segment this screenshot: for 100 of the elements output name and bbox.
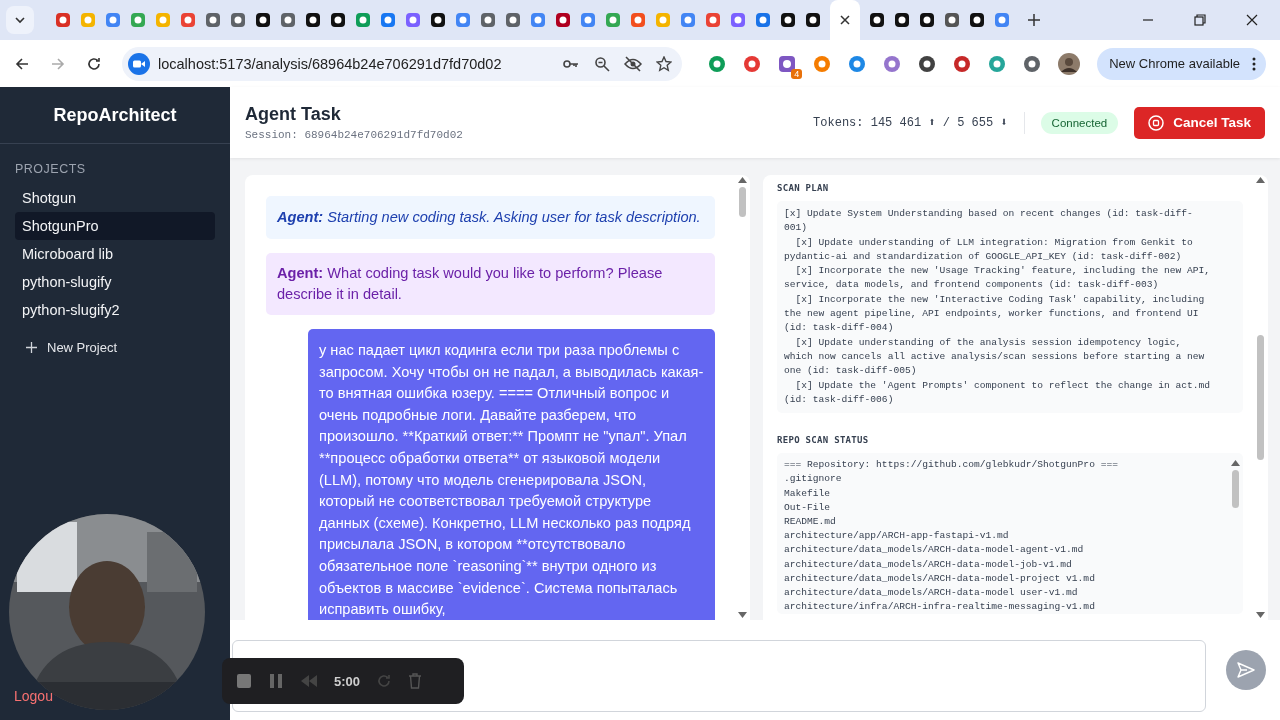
extension-icon[interactable] — [778, 54, 797, 73]
send-button[interactable] — [1226, 650, 1266, 690]
extension-icon[interactable] — [953, 54, 972, 73]
session-id: Session: 68964b24e706291d7fd70d02 — [245, 129, 463, 141]
favicon-icon — [230, 12, 246, 28]
favicon-icon — [380, 12, 396, 28]
browser-tab[interactable] — [255, 10, 271, 30]
favicon-icon — [869, 12, 885, 28]
favicon-icon — [705, 12, 721, 28]
extension-icon[interactable] — [1023, 54, 1042, 73]
browser-tab[interactable] — [505, 10, 521, 30]
plan-item: [x] Incorporate the new 'Interactive Coding Task' capability, including the new agent pipeline, API endpoints, worker functions, and frontend UI (id: task-diff-004) — [784, 292, 1206, 336]
file-path: architecture/data_models/ARCH-data-model user-v1.md — [784, 586, 1079, 600]
favicon-icon — [605, 12, 621, 28]
browser-tab[interactable] — [230, 10, 246, 30]
plan-item: [x] Update System Understanding based on recent changes (id: task-diff-001) — [784, 207, 1194, 236]
address-bar[interactable]: localhost:5173/analysis/68964b24e706291d7fd70d02 — [122, 46, 682, 81]
new-tab-icon[interactable] — [1027, 13, 1041, 27]
chat-message: Agent: Starting new coding task. Asking user for task description. — [266, 196, 715, 239]
favicon-icon — [255, 12, 271, 28]
app-title: RepoArchitect — [53, 104, 177, 126]
browser-tab[interactable] — [869, 10, 885, 30]
token-counter: Tokens: 145 461 ⬆ / 5 655 ⬇ — [813, 115, 1008, 130]
browser-tab[interactable] — [330, 10, 346, 30]
favicon-icon — [919, 12, 935, 28]
favicon-icon — [780, 12, 796, 28]
scroll-down-icon[interactable] — [1256, 612, 1265, 618]
tab-list-button[interactable] — [6, 6, 34, 34]
project-item[interactable]: Shotgun — [15, 184, 215, 212]
browser-tab[interactable] — [555, 10, 571, 30]
favicon-icon — [480, 12, 496, 28]
project-item[interactable]: Microboard lib — [15, 240, 215, 268]
favicon-icon — [505, 12, 521, 28]
file-path: architecture/data_models/ARCH-data-model-job-v1.md — [784, 557, 1073, 572]
project-item[interactable]: python-slugify — [15, 268, 215, 296]
cancel-task-button[interactable]: Cancel Task — [1134, 106, 1265, 139]
section-heading: PROJECTS — [14, 161, 87, 178]
close-icon[interactable] — [1246, 14, 1258, 26]
browser-tab[interactable] — [780, 10, 796, 30]
forward-icon[interactable] — [50, 55, 66, 72]
browser-tab[interactable] — [919, 10, 935, 30]
zoom-icon[interactable] — [594, 55, 610, 72]
avatar-icon[interactable] — [1058, 52, 1081, 75]
file-path: .gitignore — [784, 472, 843, 487]
camera-icon — [128, 52, 150, 75]
scroll-down-icon[interactable] — [738, 612, 747, 618]
scroll-thumb[interactable] — [1257, 335, 1264, 460]
chat-message: Agent: What coding task would you like to perform? Please describe it in detail. — [266, 253, 715, 315]
restore-icon[interactable] — [1194, 14, 1206, 26]
update-button[interactable]: New Chrome available — [1097, 47, 1266, 80]
favicon-icon — [155, 12, 171, 28]
scrollbar[interactable] — [735, 175, 750, 620]
star-icon[interactable] — [656, 55, 672, 72]
browser-tab[interactable] — [969, 10, 985, 30]
browser-tab[interactable] — [430, 10, 446, 30]
browser-tab[interactable] — [305, 10, 321, 30]
pause-icon[interactable] — [268, 673, 284, 689]
scrollbar[interactable] — [1253, 175, 1268, 620]
file-path: architecture/app/ARCH-app-fastapi-v1.md — [784, 529, 1010, 544]
stop-icon[interactable] — [236, 673, 252, 689]
plus-icon — [26, 342, 37, 353]
logout-link[interactable]: Logou — [14, 688, 53, 704]
favicon-icon — [944, 12, 960, 28]
file-path: README.md — [784, 514, 837, 529]
browser-tab[interactable] — [280, 10, 296, 30]
send-icon — [1237, 661, 1255, 679]
extension-icon[interactable] — [743, 54, 762, 73]
page-title: Agent Task — [245, 104, 342, 125]
browser-tab[interactable] — [944, 10, 960, 30]
project-item[interactable]: python-slugify2 — [15, 296, 215, 324]
favicon-icon — [80, 12, 96, 28]
file-path: === Repository: https://github.com/glebkudr/ShotgunPro === — [784, 458, 1119, 473]
favicon-icon — [969, 12, 985, 28]
project-item[interactable]: ShotgunPro — [15, 212, 215, 240]
favicon-icon — [894, 12, 910, 28]
back-icon[interactable] — [14, 55, 30, 72]
scroll-up-icon[interactable] — [1256, 177, 1265, 183]
file-path: architecture/data_models/ARCH-data-model-agent-v1.md — [784, 543, 1085, 558]
favicon-icon — [280, 12, 296, 28]
new-project-link[interactable]: New Project — [0, 324, 230, 371]
scroll-thumb[interactable] — [739, 187, 746, 217]
browser-tab[interactable] — [805, 10, 821, 30]
reload-icon[interactable] — [86, 55, 102, 72]
restart-icon[interactable] — [376, 673, 393, 689]
scroll-up-icon[interactable] — [738, 177, 747, 183]
plan-item: [x] Update understanding of LLM integration: Migration from Genkit to pydantic-ai and standardization of GOOGLE_API_KEY (id: task-diff-002) — [784, 235, 1194, 264]
browser-tab[interactable] — [480, 10, 496, 30]
favicon-icon — [655, 12, 671, 28]
favicon-icon — [180, 12, 196, 28]
browser-tab[interactable] — [894, 10, 910, 30]
close-icon[interactable] — [839, 14, 851, 26]
scroll-thumb[interactable] — [1232, 470, 1239, 509]
eye-slash-icon[interactable] — [624, 55, 642, 72]
recording-time: 5:00 — [334, 673, 361, 689]
favicon-icon — [130, 12, 146, 28]
trash-icon[interactable] — [408, 673, 423, 689]
scroll-up-icon[interactable] — [1231, 460, 1240, 467]
favicon-icon — [205, 12, 221, 28]
extension-icon[interactable] — [918, 54, 937, 73]
browser-tab[interactable] — [205, 10, 221, 30]
